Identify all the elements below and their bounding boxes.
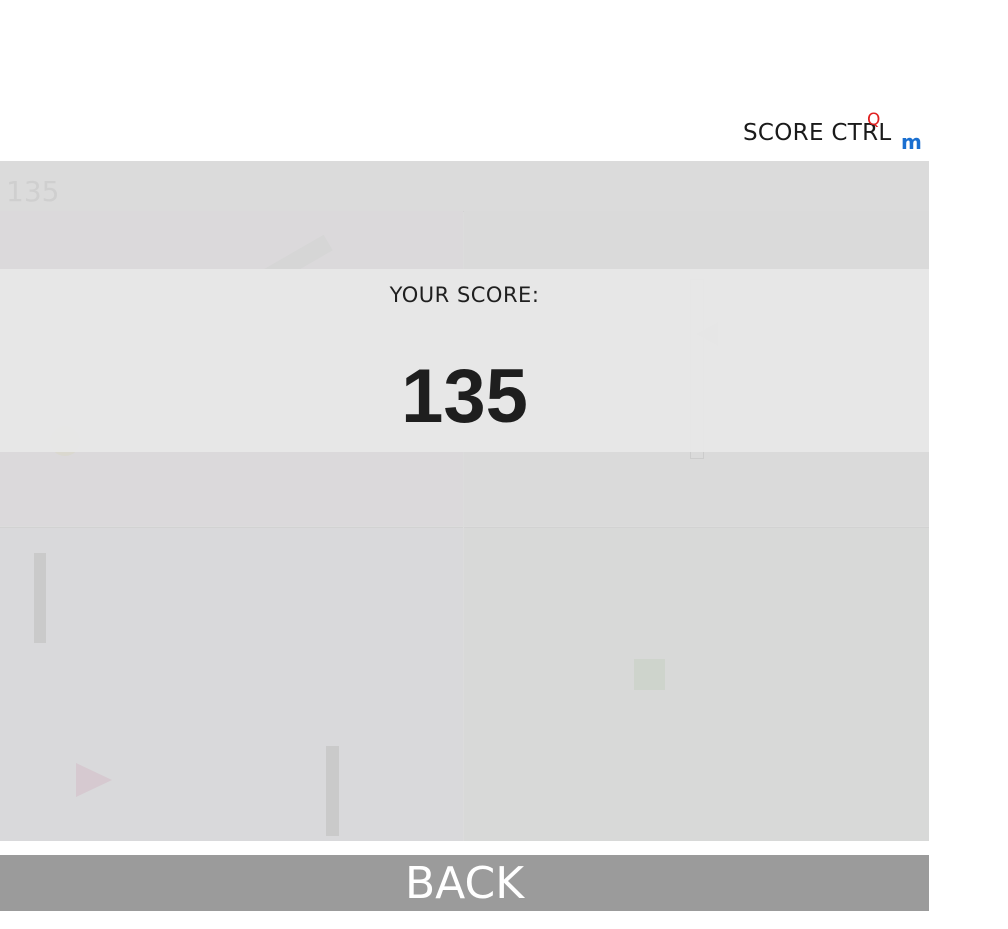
square-piece <box>634 659 665 690</box>
brand-subscript: m <box>901 130 922 154</box>
board-quadrant-bottom-right <box>464 527 929 841</box>
back-button[interactable]: BACK <box>0 855 929 911</box>
brand-superscript: Q <box>867 110 881 130</box>
vertical-bar-piece <box>326 746 339 836</box>
score-label: YOUR SCORE: <box>389 283 540 307</box>
triangle-piece <box>76 763 112 797</box>
vertical-bar-piece <box>34 553 46 643</box>
score-overlay: YOUR SCORE: 135 <box>0 269 929 452</box>
board-header-band <box>0 161 929 212</box>
board-faded-score: 135 <box>6 175 60 208</box>
brand-logo: SCORE CTRL Q m <box>743 110 933 158</box>
board-quadrant-bottom-left <box>0 527 463 841</box>
game-page: SCORE CTRL Q m 135 YOUR SCORE: 135 BACK <box>0 0 1008 929</box>
score-value: 135 <box>401 354 528 439</box>
game-board: 135 <box>0 161 929 841</box>
